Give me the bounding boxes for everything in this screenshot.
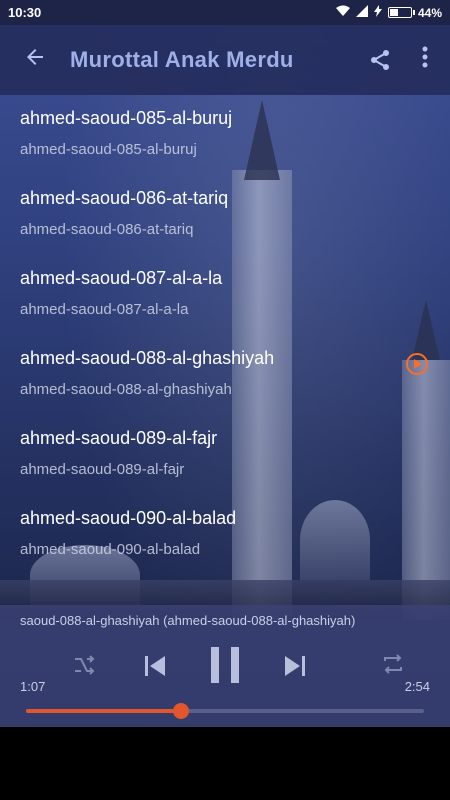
track-title: ahmed-saoud-088-al-ghashiyah [20,348,275,368]
player-panel: saoud-088-al-ghashiyah (ahmed-saoud-088-… [0,605,450,727]
track-item[interactable]: ahmed-saoud-088-al-ghashiyah ahmed-saoud-… [0,336,450,416]
elapsed-time: 1:07 [20,679,46,694]
wifi-icon [335,5,350,20]
seek-bar[interactable] [26,703,424,719]
now-playing-icon[interactable] [406,353,428,375]
track-title: ahmed-saoud-087-al-a-la [20,268,223,288]
charging-icon [373,5,382,20]
track-item[interactable]: ahmed-saoud-086-at-tariq ahmed-saoud-086-… [0,176,450,256]
track-item[interactable]: ahmed-saoud-090-al-balad ahmed-saoud-090-… [0,496,450,576]
repeat-icon[interactable] [380,651,406,684]
track-subtitle: ahmed-saoud-090-al-balad [20,541,201,558]
track-title: ahmed-saoud-085-al-buruj [20,108,233,128]
track-subtitle: ahmed-saoud-089-al-fajr [20,461,185,478]
track-subtitle: ahmed-saoud-086-at-tariq [20,221,194,238]
app-bar: Murottal Anak Merdu [0,25,450,95]
seek-thumb[interactable] [173,703,190,719]
track-title: ahmed-saoud-086-at-tariq [20,188,229,208]
app-title: Murottal Anak Merdu [70,47,294,72]
battery-percent: 44% [417,5,442,20]
back-arrow-icon[interactable] [0,45,70,75]
track-title: ahmed-saoud-090-al-balad [20,508,237,528]
track-item[interactable]: ahmed-saoud-089-al-fajr ahmed-saoud-089-a… [0,416,450,496]
status-icons: 44% [335,5,442,20]
total-duration: 2:54 [404,679,430,694]
next-icon[interactable] [282,653,308,684]
status-time: 10:30 [8,5,42,20]
player-controls [0,645,450,685]
shuffle-icon[interactable] [72,653,96,684]
pause-icon[interactable] [208,645,242,690]
signal-icon [355,5,368,20]
track-title: ahmed-saoud-089-al-fajr [20,428,218,448]
seek-progress [26,709,182,713]
navigation-area [0,727,450,800]
battery-icon [387,7,415,18]
track-item[interactable]: ahmed-saoud-087-al-a-la ahmed-saoud-087-a… [0,256,450,336]
track-list: ahmed-saoud-085-al-buruj ahmed-saoud-085-… [0,96,450,576]
status-bar: 10:30 44% [0,0,450,25]
track-item[interactable]: ahmed-saoud-085-al-buruj ahmed-saoud-085-… [0,96,450,176]
more-vert-icon[interactable] [400,46,450,75]
track-subtitle: ahmed-saoud-085-al-buruj [20,141,197,158]
track-subtitle: ahmed-saoud-087-al-a-la [20,301,189,318]
previous-icon[interactable] [142,653,168,684]
now-playing-text: saoud-088-al-ghashiyah (ahmed-saoud-088-… [20,613,356,628]
track-subtitle: ahmed-saoud-088-al-ghashiyah [20,381,232,398]
share-icon[interactable] [360,48,400,72]
